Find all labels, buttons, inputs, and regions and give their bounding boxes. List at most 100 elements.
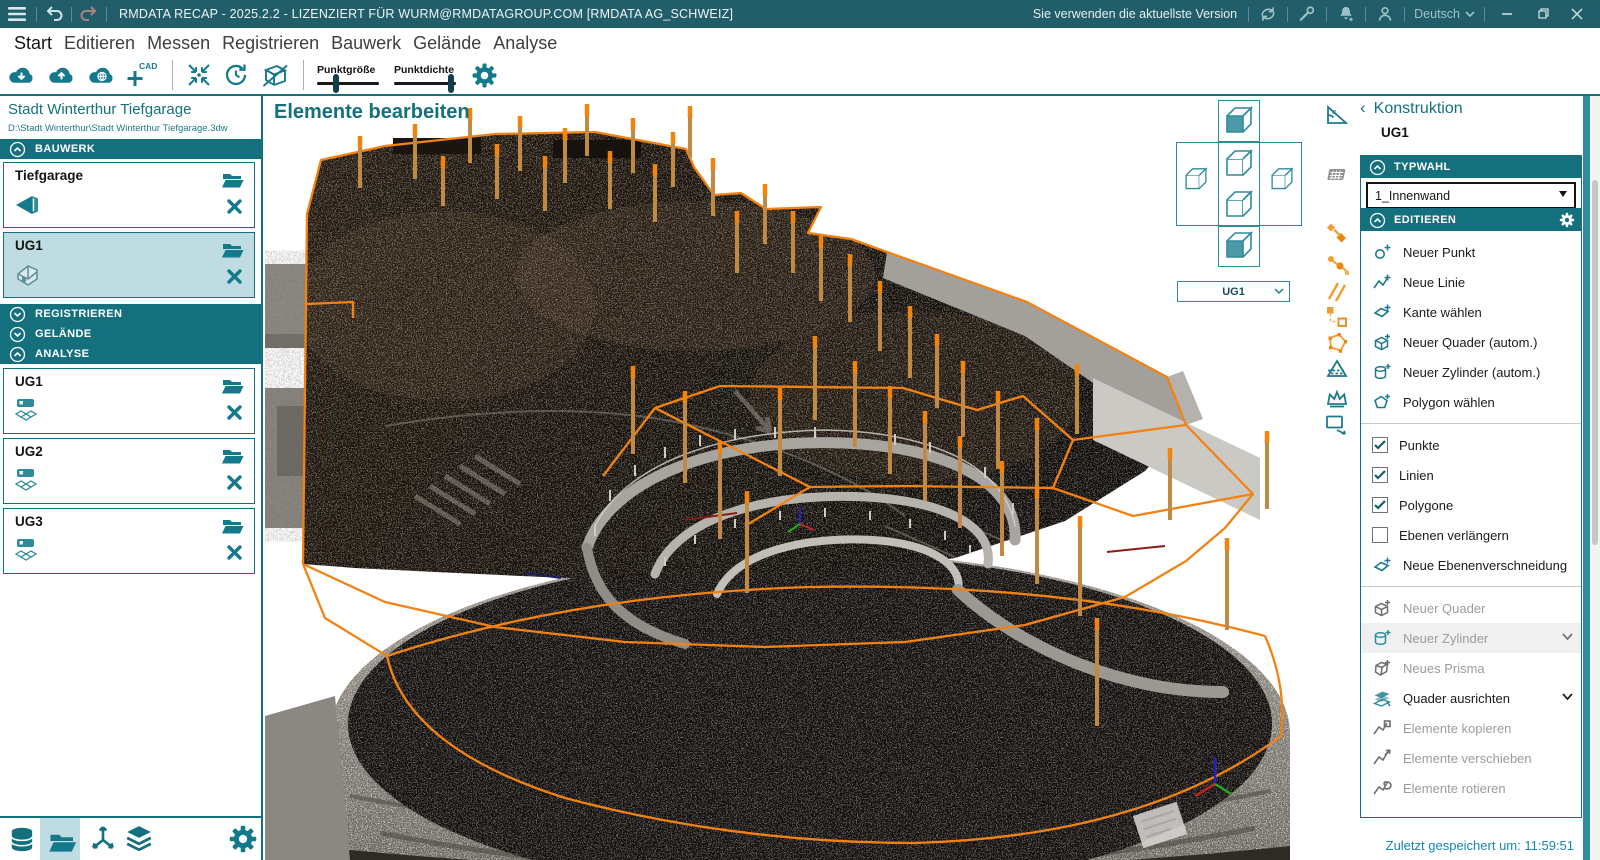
cad-new-icon[interactable]: CAD — [127, 60, 159, 90]
analyse-item-ug1[interactable]: UG1 — [3, 368, 255, 434]
parallel-icon[interactable] — [1324, 279, 1350, 305]
scrollbar-thumb[interactable] — [1592, 180, 1598, 545]
action-neuer-zylinder-autom[interactable]: Neuer Zylinder (autom.) — [1361, 357, 1581, 387]
delete-button[interactable] — [225, 543, 245, 563]
checkbox-checked[interactable] — [1372, 497, 1388, 513]
action-kante-waehlen[interactable]: Kante wählen — [1361, 297, 1581, 327]
hamburger-icon[interactable] — [6, 4, 30, 24]
tool-neues-prisma[interactable]: Neues Prisma — [1361, 653, 1581, 683]
expand-icon[interactable] — [9, 306, 26, 323]
cube-front-icon[interactable] — [1222, 148, 1256, 180]
action-polygon-waehlen[interactable]: Polygon wählen — [1361, 387, 1581, 417]
gear-icon[interactable] — [1559, 212, 1575, 228]
section-analyse[interactable]: ANALYSE — [0, 344, 261, 364]
expand-icon[interactable] — [9, 326, 26, 343]
tool-neuer-zylinder[interactable]: Neuer Zylinder — [1361, 623, 1581, 653]
point-size-slider[interactable] — [317, 82, 379, 85]
chevron-down-icon[interactable] — [1562, 633, 1573, 641]
point-cloud-scene[interactable] — [265, 96, 1330, 860]
analyse-item-ug3[interactable]: UG3 — [3, 508, 255, 574]
collapse-icon[interactable] — [9, 141, 26, 158]
menu-analyse[interactable]: Analyse — [487, 30, 563, 56]
tool-quader-ausrichten[interactable]: Quader ausrichten — [1361, 683, 1581, 713]
folder-icon[interactable] — [48, 828, 78, 854]
settings-gear-icon[interactable] — [471, 62, 498, 89]
typwahl-header[interactable]: TYPWAHL — [1361, 156, 1581, 178]
action-neuer-quader-autom[interactable]: Neuer Quader (autom.) — [1361, 327, 1581, 357]
delete-button[interactable] — [225, 473, 245, 493]
cloud-upload-icon[interactable] — [47, 64, 76, 86]
redo-icon[interactable] — [78, 4, 100, 24]
fit-view-icon[interactable] — [186, 62, 212, 88]
collapse-icon[interactable] — [1369, 159, 1386, 176]
panel-back[interactable]: ‹ Konstruktion — [1360, 100, 1463, 118]
action-neuer-punkt[interactable]: Neuer Punkt — [1361, 237, 1581, 267]
open-folder-button[interactable] — [221, 239, 245, 259]
collapse-icon[interactable] — [1369, 212, 1386, 229]
wrench-icon[interactable] — [1297, 4, 1317, 24]
user-icon[interactable] — [1375, 4, 1395, 24]
link-b-icon[interactable] — [1324, 252, 1350, 278]
menu-gelaende[interactable]: Gelände — [407, 30, 487, 56]
toggle-polygone[interactable]: Polygone — [1361, 490, 1581, 520]
bauwerk-item-tiefgarage[interactable]: Tiefgarage — [3, 162, 255, 228]
tool-elemente-kopieren[interactable]: Elemente kopieren — [1361, 713, 1581, 743]
cloud-download-icon[interactable] — [7, 64, 36, 86]
open-folder-button[interactable] — [221, 375, 245, 395]
close-button[interactable] — [1564, 2, 1590, 26]
scrollbar[interactable] — [1590, 96, 1600, 860]
bauwerk-item-ug1[interactable]: UG1 — [3, 232, 255, 298]
polygon-points-icon[interactable] — [1324, 330, 1350, 356]
layers-icon[interactable] — [123, 824, 155, 854]
projection-icon[interactable] — [1324, 356, 1350, 382]
cube-bottom-icon[interactable] — [1222, 230, 1256, 262]
menu-start[interactable]: Start — [8, 30, 58, 56]
gear-icon[interactable] — [228, 824, 258, 854]
point-density-slider[interactable] — [394, 82, 456, 85]
link-a-icon[interactable] — [1324, 220, 1350, 246]
axes-icon[interactable] — [88, 824, 118, 854]
minimize-button[interactable] — [1494, 2, 1520, 26]
slider-handle[interactable] — [448, 74, 454, 93]
checkbox-checked[interactable] — [1372, 437, 1388, 453]
crown-icon[interactable] — [1324, 384, 1350, 410]
level-dropdown[interactable]: UG1 — [1177, 281, 1290, 302]
viewport[interactable]: Elemente bearbeiten UG1 — [265, 96, 1330, 860]
menu-bauwerk[interactable]: Bauwerk — [325, 30, 407, 56]
cube-right-icon[interactable] — [1268, 166, 1296, 193]
open-folder-button[interactable] — [221, 169, 245, 189]
checkbox-unchecked[interactable] — [1372, 527, 1388, 543]
type-dropdown[interactable]: 1_Innenwand — [1366, 182, 1576, 209]
tool-elemente-verschieben[interactable]: Elemente verschieben — [1361, 743, 1581, 773]
delete-button[interactable] — [225, 267, 245, 287]
menu-registrieren[interactable]: Registrieren — [216, 30, 325, 56]
tool-elemente-rotieren[interactable]: Elemente rotieren — [1361, 773, 1581, 803]
chevron-down-icon[interactable] — [1562, 693, 1573, 701]
refresh-history-icon[interactable] — [223, 62, 250, 88]
slider-handle[interactable] — [333, 74, 339, 93]
action-neue-linie[interactable]: Neue Linie — [1361, 267, 1581, 297]
section-registrieren[interactable]: REGISTRIEREN — [0, 304, 261, 324]
analyse-item-ug2[interactable]: UG2 — [3, 438, 255, 504]
toggle-ebenen-verlaengern[interactable]: Ebenen verlängern — [1361, 520, 1581, 550]
open-folder-button[interactable] — [221, 445, 245, 465]
angle-measure-icon[interactable]: α — [1324, 102, 1350, 128]
bell-icon[interactable] — [1336, 4, 1356, 24]
sync-icon[interactable] — [1258, 4, 1278, 24]
cube-back-icon[interactable] — [1222, 189, 1256, 221]
view-cube[interactable] — [1176, 100, 1302, 267]
delete-button[interactable] — [225, 403, 245, 423]
undo-icon[interactable] — [43, 4, 65, 24]
editieren-header[interactable]: EDITIEREN — [1361, 209, 1581, 231]
cube-top-icon[interactable] — [1222, 105, 1256, 137]
open-folder-button[interactable] — [221, 515, 245, 535]
action-neue-ebenenverschneidung[interactable]: Neue Ebenenverschneidung — [1361, 550, 1581, 580]
screen-share-icon[interactable] — [1324, 412, 1350, 438]
tool-neuer-quader[interactable]: Neuer Quader — [1361, 593, 1581, 623]
restore-button[interactable] — [1529, 2, 1555, 26]
raster-icon[interactable] — [1324, 162, 1350, 188]
linked-squares-icon[interactable] — [1324, 304, 1350, 330]
menu-messen[interactable]: Messen — [141, 30, 216, 56]
clip-box-icon[interactable] — [261, 62, 290, 89]
database-icon[interactable] — [7, 825, 37, 855]
